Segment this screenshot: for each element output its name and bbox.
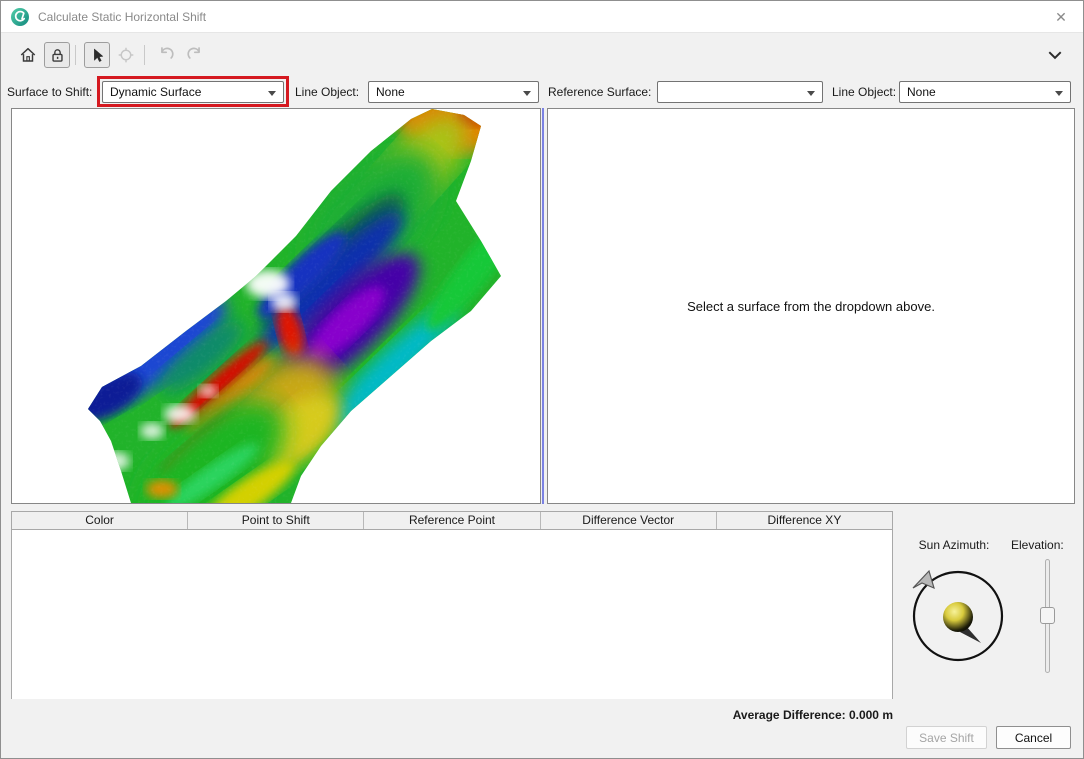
toolbar-separator: [144, 45, 145, 65]
redo-icon: [186, 46, 204, 64]
shift-points-table[interactable]: Color Point to Shift Reference Point Dif…: [11, 511, 893, 699]
dropdown-arrow-icon: [807, 91, 815, 96]
column-header-difference-vector[interactable]: Difference Vector: [541, 512, 717, 529]
crosshair-tool-button[interactable]: [113, 42, 139, 68]
window-title: Calculate Static Horizontal Shift: [38, 10, 206, 24]
select-cursor-icon: [89, 47, 106, 64]
column-header-difference-xy[interactable]: Difference XY: [717, 512, 892, 529]
column-header-point-to-shift[interactable]: Point to Shift: [188, 512, 364, 529]
table-body-empty: [12, 530, 892, 699]
home-button[interactable]: [15, 42, 41, 68]
sun-azimuth-label: Sun Azimuth:: [899, 538, 1009, 552]
line-object-left-dropdown[interactable]: None: [368, 81, 539, 103]
sun-azimuth-dial[interactable]: [910, 568, 1006, 664]
lock-view-button[interactable]: [44, 42, 70, 68]
table-header-row: Color Point to Shift Reference Point Dif…: [12, 512, 892, 530]
average-difference-value: Average Difference: 0.000 m: [501, 708, 893, 722]
elevation-slider-handle[interactable]: [1040, 607, 1055, 624]
toolbar-separator: [75, 45, 76, 65]
column-header-color[interactable]: Color: [12, 512, 188, 529]
panel-splitter[interactable]: [542, 108, 544, 504]
azimuth-arrow-icon[interactable]: [913, 571, 934, 588]
chevron-down-icon: [1047, 49, 1063, 61]
app-logo-icon: [11, 8, 29, 26]
reference-surface-dropdown[interactable]: [657, 81, 823, 103]
titlebar: Calculate Static Horizontal Shift ✕: [1, 1, 1083, 33]
cancel-button[interactable]: Cancel: [996, 726, 1071, 749]
surface-to-shift-view[interactable]: [11, 108, 541, 504]
reference-surface-placeholder-message: Select a surface from the dropdown above…: [687, 299, 935, 314]
close-button[interactable]: ✕: [1047, 5, 1075, 29]
line-object-right-label: Line Object:: [832, 85, 896, 99]
save-shift-button[interactable]: Save Shift: [906, 726, 987, 749]
crosshair-icon: [117, 46, 135, 64]
line-object-right-value: None: [907, 85, 936, 99]
calculate-static-horizontal-shift-dialog: Calculate Static Horizontal Shift ✕: [0, 0, 1084, 759]
elevation-label: Elevation:: [1011, 538, 1081, 552]
line-object-left-value: None: [376, 85, 405, 99]
bathymetry-surface-image: [12, 109, 540, 503]
surface-to-shift-label: Surface to Shift:: [7, 85, 92, 99]
toolbar: [1, 34, 1083, 76]
surface-controls-row: Surface to Shift: Dynamic Surface Line O…: [1, 77, 1083, 107]
lock-icon: [49, 47, 66, 64]
dropdown-arrow-icon: [268, 91, 276, 96]
surface-to-shift-dropdown[interactable]: Dynamic Surface: [102, 81, 284, 103]
dropdown-arrow-icon: [1055, 91, 1063, 96]
reference-surface-view[interactable]: Select a surface from the dropdown above…: [547, 108, 1075, 504]
dropdown-arrow-icon: [523, 91, 531, 96]
column-header-reference-point[interactable]: Reference Point: [364, 512, 540, 529]
line-object-left-label: Line Object:: [295, 85, 359, 99]
redo-button[interactable]: [182, 42, 208, 68]
home-icon: [19, 46, 37, 64]
sun-cone-icon: [943, 602, 973, 632]
undo-button[interactable]: [153, 42, 179, 68]
line-object-right-dropdown[interactable]: None: [899, 81, 1071, 103]
select-tool-button[interactable]: [84, 42, 110, 68]
undo-icon: [157, 46, 175, 64]
reference-surface-label: Reference Surface:: [548, 85, 651, 99]
toolbar-expand-button[interactable]: [1047, 48, 1065, 62]
surface-to-shift-value: Dynamic Surface: [110, 85, 201, 99]
